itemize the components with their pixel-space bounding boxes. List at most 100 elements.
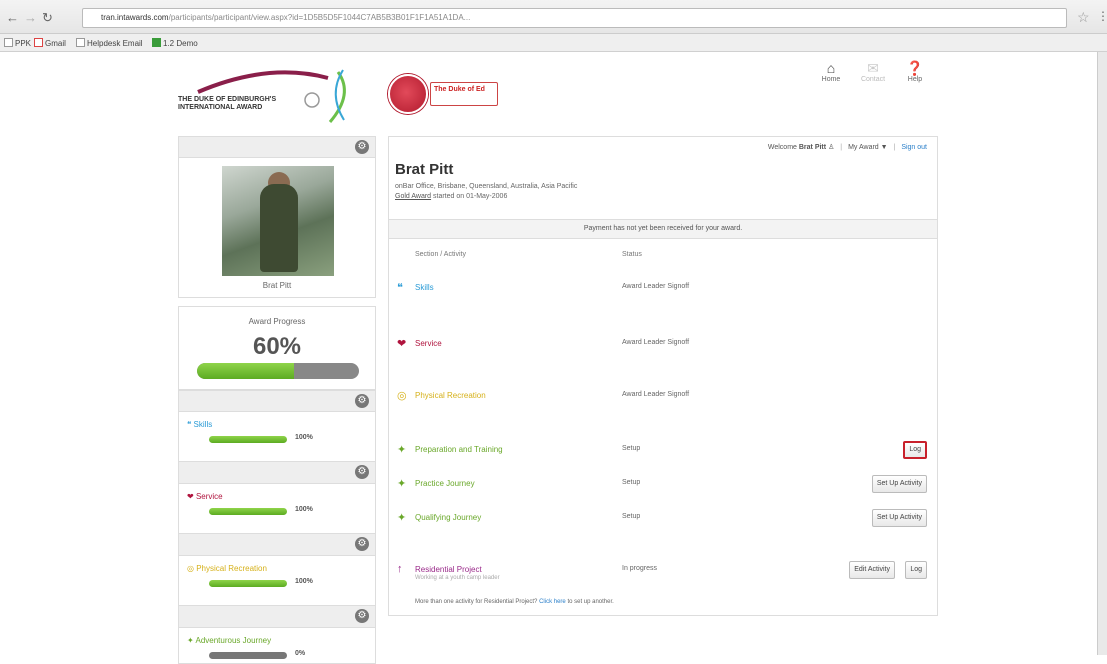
column-header-status: Status bbox=[622, 251, 642, 258]
nav-contact[interactable]: ✉ Contact bbox=[856, 60, 890, 83]
bookmark-item[interactable]: Gmail bbox=[34, 38, 66, 48]
section-title: ✦ Adventurous Journey bbox=[187, 636, 272, 645]
section-header: ⚙ bbox=[178, 390, 376, 412]
user-location: onBar Office, Brisbane, Queensland, Aust… bbox=[395, 183, 578, 190]
menu-icon[interactable]: ⋮ bbox=[1097, 9, 1107, 23]
activity-name[interactable]: Skills bbox=[415, 283, 434, 292]
section-title: ❤ Service bbox=[187, 492, 223, 501]
progress-fill bbox=[197, 363, 295, 379]
nav-home[interactable]: ⌂ Home bbox=[814, 60, 848, 83]
column-header-section: Section / Activity bbox=[415, 251, 466, 258]
activity-name[interactable]: Residential Project bbox=[415, 565, 482, 574]
home-icon: ⌂ bbox=[826, 60, 836, 76]
url-domain: tran.intawards.com bbox=[101, 13, 169, 22]
avatar[interactable] bbox=[222, 166, 334, 276]
left-sidebar: ⚙ Brat Pitt Award Progress 60% ⚙ ❝ Skills… bbox=[178, 136, 376, 664]
section-percent: 0% bbox=[295, 650, 306, 657]
my-award-link[interactable]: My Award bbox=[848, 144, 879, 151]
crest-icon bbox=[304, 92, 320, 108]
section-title: ❝ Skills bbox=[187, 420, 213, 429]
runner-icon: ◎ bbox=[397, 390, 407, 402]
bookmark-item[interactable]: 1.2 Demo bbox=[152, 38, 198, 48]
nav-help[interactable]: ❓ Help bbox=[898, 60, 932, 83]
residential-footnote: More than one activity for Residential P… bbox=[415, 599, 614, 605]
set-up-activity-button[interactable]: Set Up Activity bbox=[871, 509, 927, 527]
payment-notice: Payment has not yet been received for yo… bbox=[389, 219, 937, 239]
user-icon: ♙ bbox=[828, 144, 835, 151]
activity-row: ↑ Residential Project Working at a youth c… bbox=[389, 559, 937, 585]
activity-row: ✦ Qualifying Journey Setup Set Up Activity bbox=[389, 507, 937, 533]
page-icon bbox=[76, 38, 85, 47]
page-icon bbox=[4, 38, 13, 47]
activity-name[interactable]: Qualifying Journey bbox=[415, 513, 481, 522]
gear-icon[interactable]: ⚙ bbox=[355, 609, 369, 623]
url-path: /participants/participant/view.aspx?id=1… bbox=[168, 13, 471, 22]
click-here-link[interactable]: Click here bbox=[539, 599, 566, 605]
activity-status: In progress bbox=[622, 565, 658, 572]
section-progress-bar bbox=[209, 436, 287, 443]
bookmark-item[interactable]: Helpdesk Email bbox=[76, 38, 143, 48]
sidebar-section[interactable]: ❤ Service 100% bbox=[178, 484, 376, 534]
set-up-activity-button[interactable]: Set Up Activity bbox=[871, 475, 927, 493]
activity-status: Award Leader Signoff bbox=[622, 283, 690, 290]
logo-text: THE DUKE OF EDINBURGH'S INTERNATIONAL AW… bbox=[178, 96, 277, 111]
contact-icon: ✉ bbox=[867, 60, 879, 76]
sidebar-section[interactable]: ◎ Physical Recreation 100% bbox=[178, 556, 376, 606]
log-button[interactable]: Log bbox=[903, 441, 927, 459]
compass-icon: ✦ bbox=[187, 636, 194, 645]
activity-name[interactable]: Service bbox=[415, 339, 442, 348]
runner-icon: ◎ bbox=[187, 564, 194, 573]
gear-icon[interactable]: ⚙ bbox=[355, 394, 369, 408]
section-percent: 100% bbox=[295, 506, 313, 513]
log-button[interactable]: Log bbox=[905, 561, 927, 579]
speech-bubble-icon: ❝ bbox=[397, 282, 403, 294]
activity-status: Setup bbox=[622, 513, 641, 520]
progress-label: Award Progress bbox=[248, 317, 306, 326]
section-progress-bar bbox=[209, 652, 287, 659]
sign-out-link[interactable]: Sign out bbox=[901, 144, 927, 151]
activity-name[interactable]: Physical Recreation bbox=[415, 391, 486, 400]
gear-icon[interactable]: ⚙ bbox=[355, 537, 369, 551]
activity-name[interactable]: Practice Journey bbox=[415, 479, 475, 488]
sidebar-section[interactable]: ✦ Adventurous Journey 0% bbox=[178, 628, 376, 664]
residential-icon: ↑ bbox=[397, 563, 403, 575]
award-logo[interactable] bbox=[178, 64, 356, 126]
profile-card: Brat Pitt bbox=[178, 158, 376, 298]
section-header: ⚙ bbox=[178, 534, 376, 556]
award-start: Gold Award started on 01-May-2006 bbox=[395, 193, 508, 200]
activity-row: ◎ Physical Recreation Award Leader Signoff bbox=[389, 385, 937, 411]
section-progress-bar bbox=[209, 508, 287, 515]
edit-activity-button[interactable]: Edit Activity bbox=[849, 561, 895, 579]
gear-icon[interactable]: ⚙ bbox=[355, 465, 369, 479]
mail-icon bbox=[34, 38, 43, 47]
browser-toolbar: ← → ↻ tran.intawards.com/participants/pa… bbox=[0, 0, 1107, 34]
back-icon[interactable]: ← bbox=[6, 10, 19, 25]
bookmark-star-icon[interactable]: ☆ bbox=[1077, 9, 1090, 26]
activity-row: ❝ Skills Award Leader Signoff bbox=[389, 277, 937, 303]
dofe-badge-icon bbox=[388, 74, 428, 114]
logo-leaf-icon bbox=[328, 71, 346, 123]
scrollbar[interactable] bbox=[1097, 52, 1107, 655]
compass-icon: ✦ bbox=[397, 444, 407, 456]
profile-header: ⚙ bbox=[178, 136, 376, 158]
reload-icon[interactable]: ↻ bbox=[42, 10, 53, 26]
address-bar[interactable]: tran.intawards.com/participants/particip… bbox=[82, 8, 1067, 28]
award-progress: Award Progress 60% bbox=[178, 306, 376, 390]
section-percent: 100% bbox=[295, 578, 313, 585]
trophy-icon: ▼ bbox=[880, 144, 888, 151]
page-title: Brat Pitt bbox=[395, 161, 454, 178]
progress-bar bbox=[197, 363, 359, 379]
user-bar: Welcome Brat Pitt ♙ | My Award ▼ | Sign … bbox=[767, 144, 927, 151]
section-percent: 100% bbox=[295, 434, 313, 441]
progress-percent: 60% bbox=[252, 333, 302, 360]
activity-status: Setup bbox=[622, 479, 641, 486]
gear-icon[interactable]: ⚙ bbox=[355, 140, 369, 154]
speech-bubble-icon: ❝ bbox=[187, 420, 192, 429]
app-icon bbox=[152, 38, 161, 47]
sidebar-section[interactable]: ❝ Skills 100% bbox=[178, 412, 376, 462]
bookmark-item[interactable]: PPK bbox=[4, 38, 31, 48]
activity-name[interactable]: Preparation and Training bbox=[415, 445, 503, 454]
activity-status: Award Leader Signoff bbox=[622, 339, 690, 346]
award-link[interactable]: Gold Award bbox=[395, 193, 431, 200]
forward-icon[interactable]: → bbox=[24, 10, 37, 25]
